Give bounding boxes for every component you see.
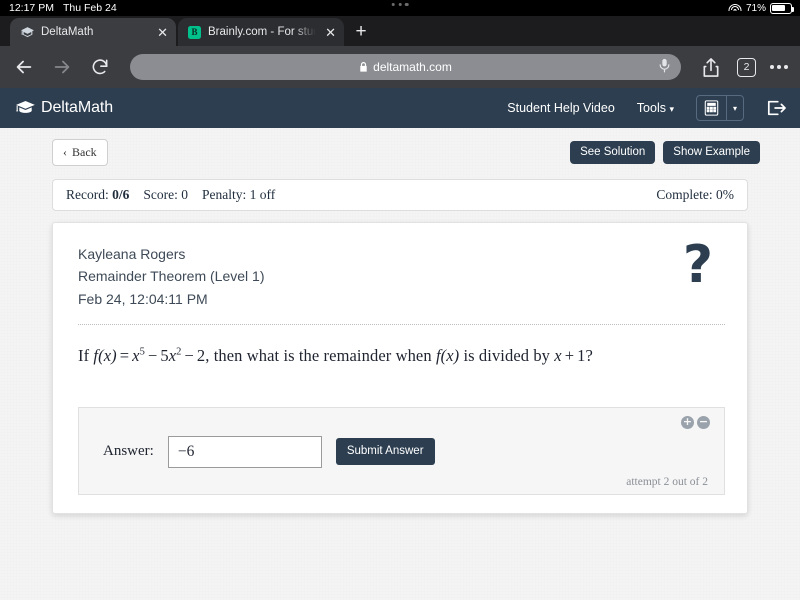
deltamath-brand-label: DeltaMath <box>41 99 114 116</box>
back-button-label: Back <box>72 145 97 159</box>
attempt-counter: attempt 2 out of 2 <box>626 475 708 488</box>
chevron-left-icon: ‹ <box>63 145 67 159</box>
record-stats: Record: 0/6 Score: 0 Penalty: 1 off <box>66 187 275 203</box>
function-arg: (x) <box>98 346 117 366</box>
problem-meta: Kayleana Rogers Remainder Theorem (Level… <box>78 243 265 310</box>
record-label: Record: <box>66 187 109 202</box>
tools-label: Tools <box>636 101 666 115</box>
status-bar-right: 71% <box>728 0 795 16</box>
deltamath-brand[interactable]: DeltaMath <box>16 99 113 117</box>
penalty-label: Penalty: <box>202 187 247 202</box>
status-bar-left: 12:17 PM Thu Feb 24 <box>0 2 117 14</box>
question-fragment: ? <box>585 346 593 366</box>
submit-answer-button[interactable]: Submit Answer <box>335 437 435 466</box>
complete-label: Complete: <box>656 187 713 202</box>
reload-icon[interactable] <box>88 55 112 79</box>
assignment-title: Remainder Theorem (Level 1) <box>78 268 265 285</box>
tools-menu[interactable]: Tools ▾ <box>637 101 674 115</box>
deltamath-navbar: DeltaMath Student Help Video Tools ▾ ▾ <box>0 88 800 128</box>
back-arrow-icon[interactable] <box>12 55 36 79</box>
battery-percent-label: 71% <box>745 2 766 14</box>
constant-2: 2 <box>196 346 206 366</box>
back-button[interactable]: ‹ Back <box>52 139 108 166</box>
share-icon[interactable] <box>699 55 723 79</box>
record-stat: Record: 0/6 <box>66 187 129 203</box>
term-x2: x2 <box>168 346 182 366</box>
divisor-x: x <box>554 346 562 366</box>
complete-value: 0% <box>716 187 734 202</box>
problem-card: Kayleana Rogers Remainder Theorem (Level… <box>52 222 748 514</box>
show-example-button[interactable]: Show Example <box>663 140 760 165</box>
url-text-group: deltamath.com <box>359 60 452 74</box>
equals-sign: = <box>119 346 130 366</box>
calculator-group: ▾ <box>696 95 744 121</box>
penalty-value: 1 off <box>249 187 276 202</box>
lock-icon <box>360 61 367 72</box>
forward-arrow-icon <box>50 55 74 79</box>
question-fragment: , then what is the remainder when <box>205 346 436 366</box>
browser-toolbar: deltamath.com 2 <box>0 46 800 88</box>
microphone-icon[interactable] <box>658 58 671 76</box>
tab-close-icon[interactable]: ✕ <box>157 26 168 39</box>
answer-row: Answer: Submit Answer <box>93 435 710 468</box>
card-divider <box>78 324 725 326</box>
tab-count-button[interactable]: 2 <box>737 57 756 77</box>
graduation-cap-icon <box>16 101 35 113</box>
zoom-in-icon[interactable]: + <box>681 415 694 429</box>
ios-status-bar: 12:17 PM Thu Feb 24 71% <box>0 0 800 16</box>
student-name: Kayleana Rogers <box>78 246 186 262</box>
deltamath-navbar-right: Student Help Video Tools ▾ ▾ <box>507 95 786 121</box>
tab-title: DeltaMath <box>41 26 94 38</box>
minus-sign: − <box>147 346 158 366</box>
battery-icon <box>770 2 795 14</box>
question-mark-icon[interactable]: ? <box>683 239 725 291</box>
score-label: Score: <box>143 187 178 202</box>
student-help-video-link[interactable]: Student Help Video <box>507 101 615 115</box>
browser-tab-deltamath[interactable]: DeltaMath ✕ <box>10 18 176 46</box>
deltamath-graduation-cap-icon <box>20 25 34 39</box>
problem-toolbar-row: ‹ Back See Solution Show Example <box>0 128 800 166</box>
question-fragment: is divided by <box>459 346 555 366</box>
zoom-controls: + − <box>93 415 710 429</box>
multitask-dots-icon[interactable] <box>391 3 409 7</box>
tab-title: Brainly.com - For students. <box>208 26 319 38</box>
function-arg: (x) <box>440 346 460 366</box>
term-x5: x5 <box>132 346 145 366</box>
calculator-icon[interactable] <box>697 96 726 120</box>
problem-timestamp: Feb 24, 12:04:11 PM <box>78 290 208 307</box>
url-host: deltamath.com <box>373 60 452 74</box>
status-date: Thu Feb 24 <box>62 2 117 14</box>
record-value: 0/6 <box>112 187 130 202</box>
answer-label: Answer: <box>103 443 154 460</box>
browser-tab-strip: DeltaMath ✕ B Brainly.com - For students… <box>0 16 800 46</box>
minus-sign: − <box>184 346 194 366</box>
brainly-b-icon: B <box>188 25 201 39</box>
more-dots-icon[interactable] <box>770 65 788 69</box>
chevron-down-icon: ▾ <box>669 104 674 114</box>
plus-sign: + <box>564 346 575 366</box>
coefficient-5: 5 <box>160 346 169 366</box>
score-value: 0 <box>181 187 189 202</box>
wifi-icon <box>728 3 742 13</box>
problem-card-header: Kayleana Rogers Remainder Theorem (Level… <box>78 239 725 310</box>
browser-tab-brainly[interactable]: B Brainly.com - For students. ✕ <box>178 18 344 46</box>
tab-close-icon[interactable]: ✕ <box>325 26 336 39</box>
question-text: If f(x) = x5−5x2−2, then what is the remai… <box>78 343 725 369</box>
new-tab-button[interactable]: + <box>346 18 376 46</box>
answer-input[interactable] <box>167 435 322 468</box>
score-stat: Score: 0 <box>143 187 188 203</box>
complete-stat: Complete: 0% <box>656 187 734 203</box>
action-buttons: See Solution Show Example <box>570 140 760 165</box>
calculator-chevron-down-icon[interactable]: ▾ <box>726 96 743 120</box>
answer-area: + − Answer: Submit Answer attempt 2 out … <box>78 406 725 495</box>
record-status-bar: Record: 0/6 Score: 0 Penalty: 1 off Comp… <box>52 179 748 211</box>
status-time: 12:17 PM <box>9 2 54 14</box>
question-fragment: If <box>78 346 94 366</box>
page-body: ‹ Back See Solution Show Example Record:… <box>0 128 800 600</box>
url-bar[interactable]: deltamath.com <box>130 54 681 80</box>
logout-icon[interactable] <box>766 99 786 117</box>
zoom-out-icon[interactable]: − <box>697 415 710 429</box>
see-solution-button[interactable]: See Solution <box>570 140 656 165</box>
penalty-stat: Penalty: 1 off <box>202 187 275 203</box>
